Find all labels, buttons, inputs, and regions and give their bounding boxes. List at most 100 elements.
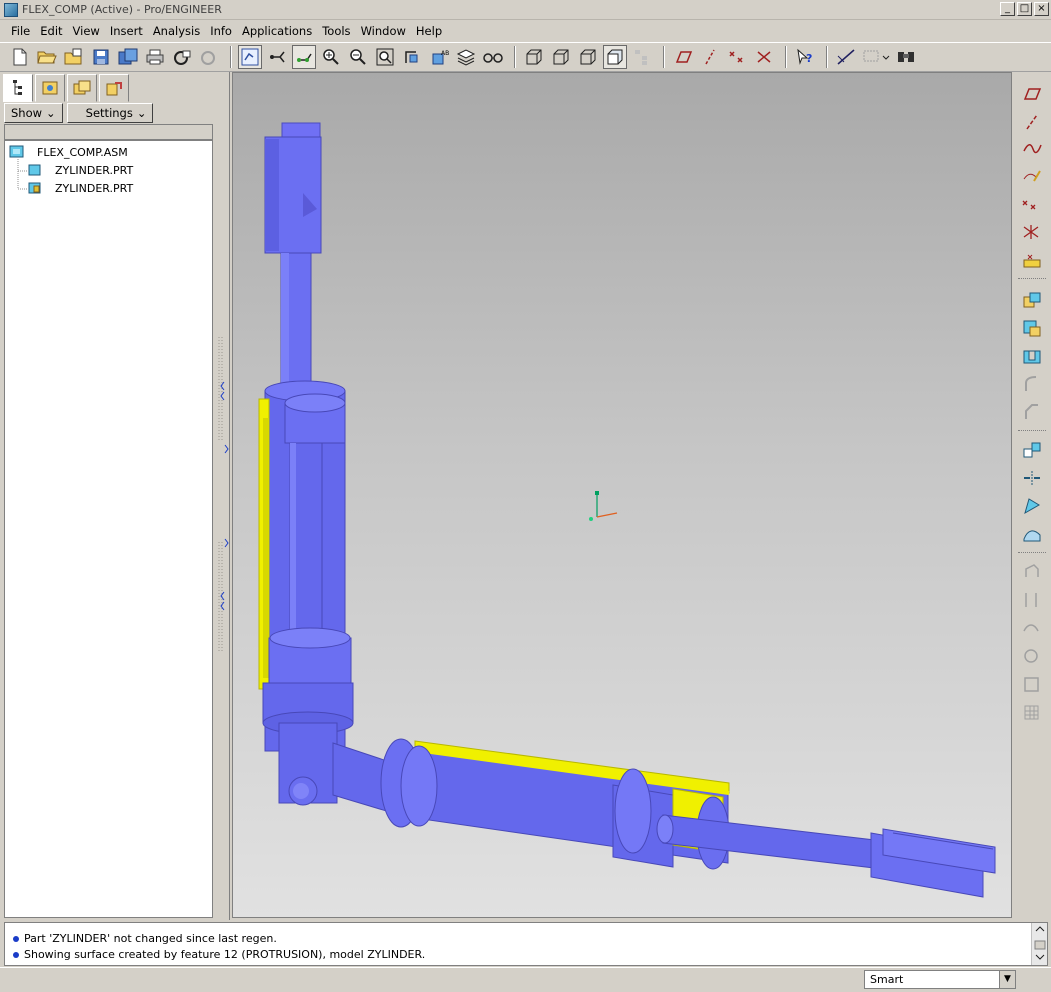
maximize-button[interactable]: □: [1017, 2, 1032, 16]
zoom-out-icon[interactable]: [346, 45, 370, 69]
chevron-down-icon: ⌄: [46, 106, 56, 120]
right-toolbar: [1014, 72, 1051, 920]
zoom-in-icon[interactable]: [319, 45, 343, 69]
cylinder-assembly-model: [258, 122, 996, 898]
save-copy-icon[interactable]: [116, 45, 140, 69]
email-icon[interactable]: [170, 45, 194, 69]
message-bullet-icon: [13, 935, 19, 942]
tree-item-label: ZYLINDER.PRT: [55, 163, 134, 177]
save-icon[interactable]: [89, 45, 113, 69]
datum-point-icon[interactable]: [1020, 192, 1044, 216]
selection-filter-select[interactable]: Smart ▼: [864, 970, 1016, 989]
main-toolbar: AB ?: [0, 42, 1051, 72]
menu-tools[interactable]: Tools: [317, 24, 355, 38]
repaint-icon[interactable]: [265, 45, 289, 69]
open-folder-icon[interactable]: [35, 45, 59, 69]
message-line: Showing surface created by feature 12 (P…: [13, 948, 425, 961]
menu-info[interactable]: Info: [205, 24, 237, 38]
wireframe-icon[interactable]: [522, 45, 546, 69]
menu-file[interactable]: File: [6, 24, 35, 38]
regenerate-icon[interactable]: [238, 45, 262, 69]
datum-axes-icon[interactable]: [698, 45, 722, 69]
assembly-icon: [9, 145, 25, 159]
status-bar: Smart ▼: [0, 967, 1051, 992]
tree-item-part[interactable]: ZYLINDER.PRT: [27, 163, 133, 177]
tab-favorites[interactable]: [67, 74, 97, 102]
tab-model-tree[interactable]: [3, 74, 33, 102]
datum-planes-icon[interactable]: [671, 45, 695, 69]
menu-bar: File Edit View Insert Analysis Info Appl…: [0, 21, 1051, 41]
settings-dropdown[interactable]: Settings ⌄: [66, 103, 154, 123]
shell-icon: [1020, 672, 1044, 696]
window-title: FLEX_COMP (Active) - Pro/ENGINEER: [22, 3, 222, 16]
menu-window[interactable]: Window: [356, 24, 411, 38]
tree-column-header: [4, 124, 213, 140]
no-hidden-icon[interactable]: [576, 45, 600, 69]
datum-axis-icon[interactable]: [1020, 110, 1044, 134]
part-icon: [27, 163, 43, 177]
show-dropdown[interactable]: Show ⌄: [4, 103, 63, 123]
view-manager-icon[interactable]: [481, 45, 505, 69]
mirror-icon[interactable]: [1020, 466, 1044, 490]
saved-views-icon[interactable]: AB: [427, 45, 451, 69]
tab-connections[interactable]: [99, 74, 129, 102]
datum-csys-icon[interactable]: [1020, 220, 1044, 244]
new-file-icon[interactable]: [8, 45, 32, 69]
graphics-window[interactable]: [232, 72, 1012, 918]
open-session-icon[interactable]: [62, 45, 86, 69]
layers-icon[interactable]: [454, 45, 478, 69]
panel-splitter[interactable]: [216, 72, 230, 920]
model-tree: FLEX_COMP.ASM ZYLINDER.PRT ZYLINDER.PRT: [4, 140, 213, 918]
svg-text:AB: AB: [441, 50, 449, 57]
hole-icon[interactable]: [1020, 344, 1044, 368]
svg-text:?: ?: [806, 52, 812, 65]
coordinate-system-icon: [589, 491, 618, 521]
message-scrollbar[interactable]: [1031, 923, 1047, 965]
create-component-icon[interactable]: [1020, 316, 1044, 340]
tree-item-label: FLEX_COMP.ASM: [37, 145, 128, 159]
analysis-feature-icon[interactable]: [1020, 248, 1044, 272]
hidden-line-icon[interactable]: [549, 45, 573, 69]
part-active-icon: [27, 181, 43, 195]
tab-folder-browser[interactable]: [35, 74, 65, 102]
tree-item-assembly[interactable]: FLEX_COMP.ASM: [9, 145, 128, 159]
datum-plane-icon[interactable]: [1020, 82, 1044, 106]
menu-help[interactable]: Help: [411, 24, 447, 38]
menu-edit[interactable]: Edit: [35, 24, 67, 38]
model-tree-toggle-icon: [630, 45, 654, 69]
chevron-down-icon: ⌄: [136, 106, 147, 120]
pattern-icon[interactable]: [1020, 438, 1044, 462]
sketch-tool-icon[interactable]: [834, 45, 858, 69]
settings-label: Settings: [85, 106, 133, 120]
insert-component-icon[interactable]: [1020, 288, 1044, 312]
tree-item-label: ZYLINDER.PRT: [55, 181, 134, 195]
surface-icon[interactable]: [1020, 522, 1044, 546]
tree-item-part-active[interactable]: ZYLINDER.PRT: [27, 181, 133, 195]
minimize-button[interactable]: _: [1000, 2, 1015, 16]
shading-icon[interactable]: [603, 45, 627, 69]
coordinate-systems-icon[interactable]: [752, 45, 776, 69]
menu-analysis[interactable]: Analysis: [148, 24, 205, 38]
sketched-curve-icon[interactable]: [1020, 164, 1044, 188]
selection-filter-value: Smart: [870, 973, 904, 986]
draft-icon[interactable]: [1020, 494, 1044, 518]
message-bullet-icon: [13, 951, 19, 958]
datum-curve-icon[interactable]: [1020, 136, 1044, 160]
orient-mode-icon[interactable]: [292, 45, 316, 69]
reorient-icon[interactable]: [400, 45, 424, 69]
title-bar: FLEX_COMP (Active) - Pro/ENGINEER _ □ ×: [0, 0, 1051, 20]
find-icon[interactable]: [894, 45, 918, 69]
message-text: Part 'ZYLINDER' not changed since last r…: [24, 932, 277, 945]
print-icon[interactable]: [143, 45, 167, 69]
sweep-icon: [1020, 616, 1044, 640]
email-attach-icon: [197, 45, 221, 69]
chevron-down-icon[interactable]: ▼: [999, 971, 1015, 988]
menu-applications[interactable]: Applications: [237, 24, 317, 38]
menu-view[interactable]: View: [68, 24, 105, 38]
message-text: Showing surface created by feature 12 (P…: [24, 948, 426, 961]
close-button[interactable]: ×: [1034, 2, 1049, 16]
refit-icon[interactable]: [373, 45, 397, 69]
datum-points-icon[interactable]: [725, 45, 749, 69]
context-help-icon[interactable]: ?: [793, 45, 817, 69]
menu-insert[interactable]: Insert: [105, 24, 148, 38]
